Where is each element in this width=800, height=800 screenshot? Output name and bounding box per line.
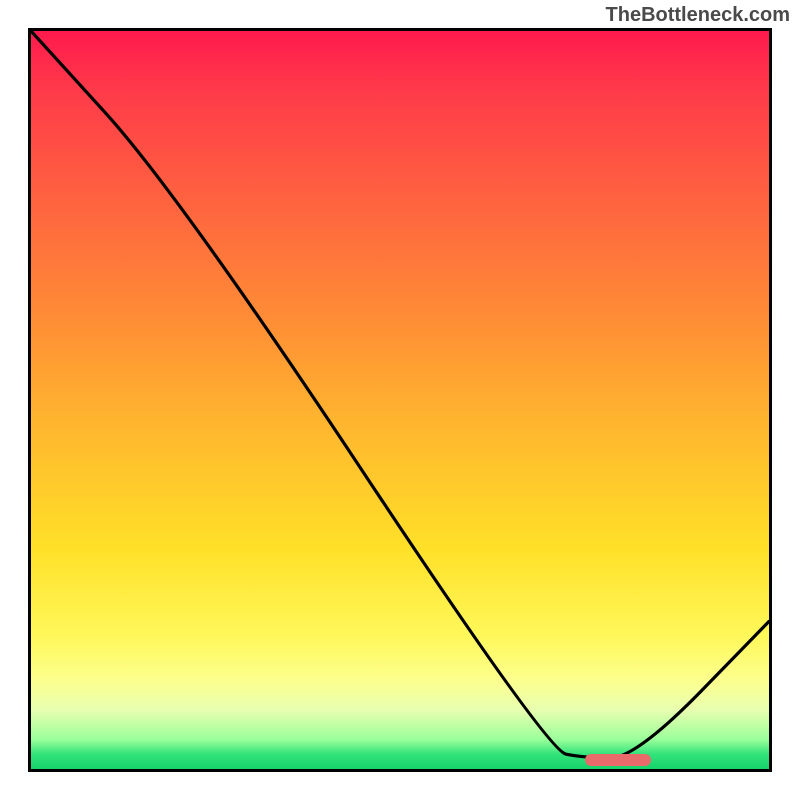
bottleneck-curve-path [31,31,769,758]
chart-curve-svg [31,31,769,769]
optimal-range-marker [585,754,651,766]
watermark-text: TheBottleneck.com [606,4,790,27]
chart-frame [28,28,772,772]
